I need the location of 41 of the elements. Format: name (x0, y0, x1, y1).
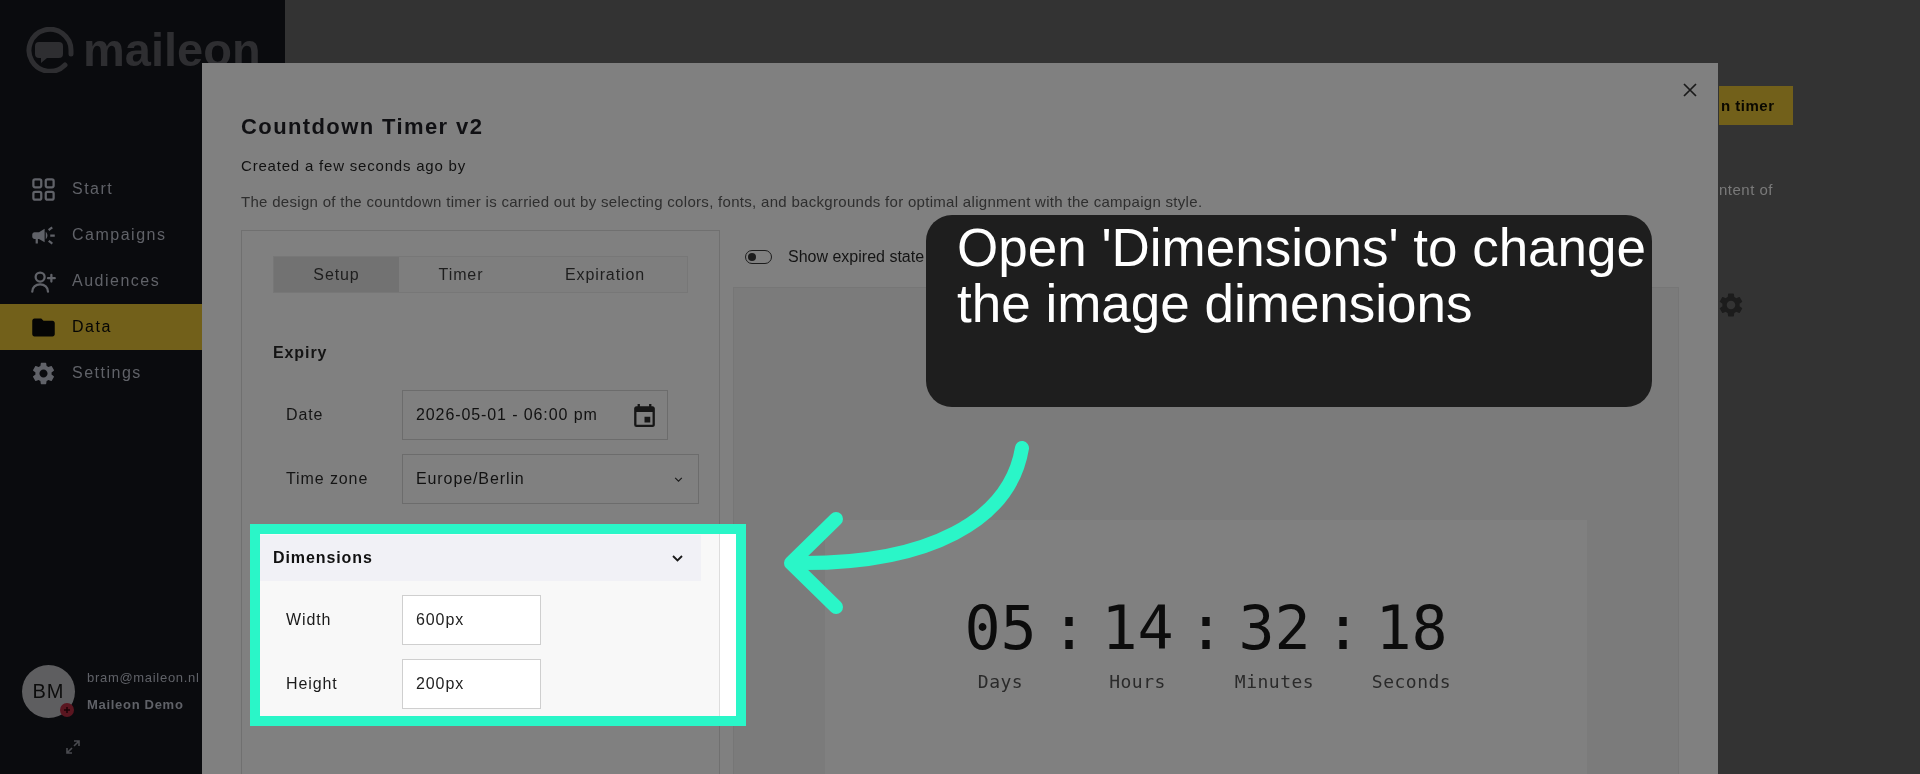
dashboard-icon (30, 175, 57, 203)
timer-unit-label: Days (977, 671, 1024, 693)
timer-separator: : (1324, 593, 1362, 663)
calendar-icon (634, 403, 655, 427)
timer-unit-label: Minutes (1234, 671, 1315, 693)
timer-button[interactable]: n timer (1719, 86, 1793, 125)
timer-separator: : (1050, 593, 1088, 663)
input-field[interactable]: 200px (402, 659, 541, 709)
description-text: The design of the countdown timer is carried out by selecting colors, fonts, and backgrounds for optimal alignment with the campaign style. (241, 192, 1204, 212)
close-icon[interactable] (1683, 83, 1697, 97)
date-field[interactable]: 2026-05-01 - 06:00 pm (402, 390, 668, 440)
timer-unit-label: Seconds (1371, 671, 1452, 693)
field-label: Date (285, 406, 325, 424)
dialog-title: Countdown Timer v2 (241, 113, 485, 141)
created-text: Created a few seconds ago by (241, 156, 468, 176)
user-email: bram@maileon.nl (87, 670, 200, 686)
chevron-icon (672, 554, 683, 562)
field-label: Width (285, 611, 333, 629)
timer-unit-label: Hours (1109, 671, 1166, 693)
tooltip-text: Open 'Dimensions' to change the image dimensions (957, 220, 1648, 332)
field-label: Time zone (285, 470, 370, 488)
account-name: Maileon Demo (87, 697, 185, 713)
tab[interactable]: Timer (399, 257, 523, 292)
timer-digits: 14 (1101, 593, 1174, 663)
logo-icon (25, 27, 75, 73)
timer-digits: 32 (1238, 593, 1311, 663)
timer-digits: 18 (1375, 593, 1448, 663)
input-field[interactable]: 600px (402, 595, 541, 645)
tab[interactable]: Expiration (523, 257, 687, 292)
accordion-header[interactable]: Dimensions (260, 535, 701, 581)
avatar: BM (22, 665, 75, 718)
chevron-down-icon (674, 476, 683, 482)
page-text: ntent of (1719, 180, 1774, 200)
nav-item[interactable]: Campaigns (0, 212, 285, 258)
field-label: Height (285, 675, 339, 693)
plus-badge-icon (60, 703, 74, 717)
timer-digits: 05 (964, 593, 1037, 663)
timer-separator: : (1187, 593, 1225, 663)
tab[interactable]: Setup (274, 257, 399, 292)
select-field[interactable]: Europe/Berlin (402, 454, 699, 504)
toggle-label: Show expired state (788, 247, 925, 267)
